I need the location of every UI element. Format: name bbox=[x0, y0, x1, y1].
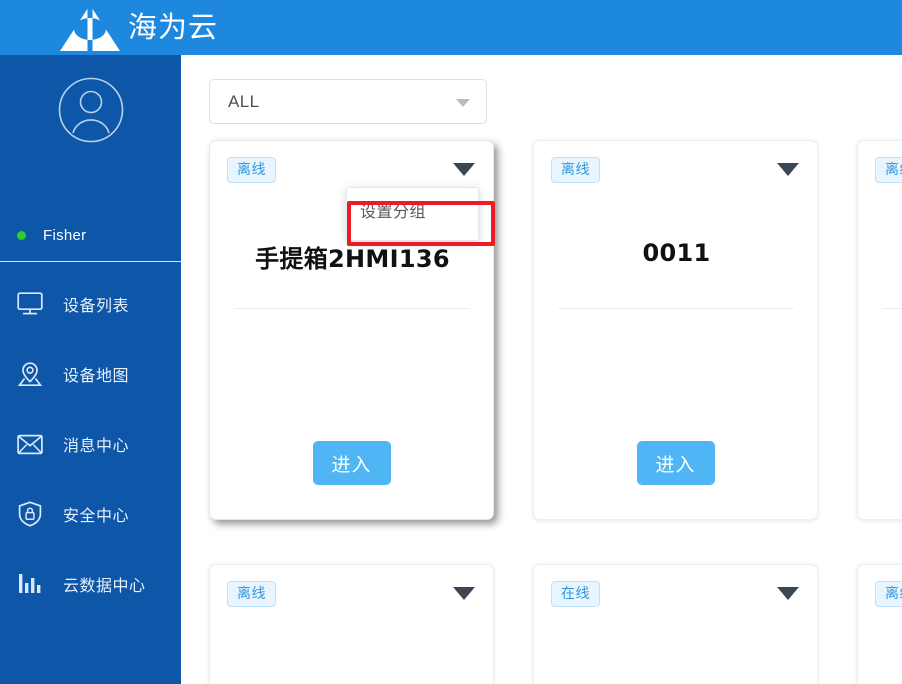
enter-button[interactable]: 进入 bbox=[636, 441, 715, 485]
bar-chart-icon bbox=[17, 571, 43, 597]
status-badge: 离线 bbox=[227, 581, 276, 607]
caret-down-icon[interactable] bbox=[453, 163, 475, 176]
user-name: Fisher bbox=[43, 227, 87, 244]
card-divider bbox=[882, 308, 902, 309]
device-card[interactable]: 离线 0011 进入 bbox=[533, 140, 818, 520]
triangle-logo-icon bbox=[57, 2, 123, 54]
map-pin-icon bbox=[17, 361, 43, 387]
sidebar-item-label: 云数据中心 bbox=[63, 576, 146, 595]
shield-lock-icon bbox=[17, 501, 43, 527]
brand-title: 海为云 bbox=[128, 10, 219, 44]
card-divider bbox=[558, 308, 794, 309]
sidebar-item-security-center[interactable]: 安全中心 bbox=[0, 479, 181, 549]
device-title: 手提箱2HMI136 bbox=[255, 245, 450, 273]
main-content: ALL 离线手提箱2HMI136进入设置分组离线0011进入离线进入离线进入在线… bbox=[181, 55, 902, 684]
sidebar-item-label: 设备地图 bbox=[63, 366, 130, 385]
card-context-menu: 设置分组 bbox=[346, 187, 479, 241]
sidebar-item-label: 安全中心 bbox=[63, 506, 130, 525]
group-filter-select[interactable]: ALL bbox=[209, 79, 487, 124]
card-divider bbox=[234, 308, 470, 309]
device-card-grid: 离线手提箱2HMI136进入设置分组离线0011进入离线进入离线进入在线进入离线… bbox=[181, 140, 902, 684]
device-card[interactable]: 在线进入 bbox=[533, 564, 818, 684]
status-badge: 离线 bbox=[875, 581, 902, 607]
monitor-icon bbox=[17, 291, 43, 317]
sidebar-item-label: 消息中心 bbox=[63, 436, 130, 455]
sidebar-item-device-map[interactable]: 设备地图 bbox=[0, 339, 181, 409]
status-badge: 离线 bbox=[227, 157, 276, 183]
status-badge: 离线 bbox=[551, 157, 600, 183]
sidebar-item-cloud-data-center[interactable]: 云数据中心 bbox=[0, 549, 181, 619]
avatar[interactable] bbox=[0, 77, 181, 143]
chevron-down-icon bbox=[456, 99, 470, 107]
device-card[interactable]: 离线进入 bbox=[857, 564, 902, 684]
user-status-dot bbox=[17, 231, 26, 240]
sidebar-item-message-center[interactable]: 消息中心 bbox=[0, 409, 181, 479]
sidebar-nav: 设备列表 设备地图 消息中心 安全中心 云数据中心 bbox=[0, 269, 181, 619]
caret-down-icon[interactable] bbox=[777, 163, 799, 176]
app-root: 海为云 Fisher 设备列表 设备地图 消息中心 安全中心 云数据中心 ALL… bbox=[0, 0, 902, 684]
menu-item-set-group[interactable]: 设置分组 bbox=[347, 196, 478, 228]
status-badge: 在线 bbox=[551, 581, 600, 607]
device-card[interactable]: 离线进入 bbox=[857, 140, 902, 520]
device-card[interactable]: 离线手提箱2HMI136 进入 设置分组 bbox=[209, 140, 494, 520]
sidebar: Fisher 设备列表 设备地图 消息中心 安全中心 云数据中心 bbox=[0, 55, 181, 684]
app-header: 海为云 bbox=[0, 0, 902, 55]
status-badge: 离线 bbox=[875, 157, 902, 183]
envelope-icon bbox=[17, 431, 43, 457]
user-avatar-icon bbox=[58, 77, 123, 143]
sidebar-divider bbox=[0, 261, 181, 262]
enter-button[interactable]: 进入 bbox=[312, 441, 391, 485]
sidebar-item-device-list[interactable]: 设备列表 bbox=[0, 269, 181, 339]
group-filter-value: ALL bbox=[228, 91, 260, 111]
user-profile[interactable]: Fisher bbox=[0, 227, 181, 244]
caret-down-icon[interactable] bbox=[777, 587, 799, 600]
sidebar-item-label: 设备列表 bbox=[63, 296, 130, 315]
device-card[interactable]: 离线进入 bbox=[209, 564, 494, 684]
device-title: 0011 bbox=[642, 239, 711, 267]
caret-down-icon[interactable] bbox=[453, 587, 475, 600]
